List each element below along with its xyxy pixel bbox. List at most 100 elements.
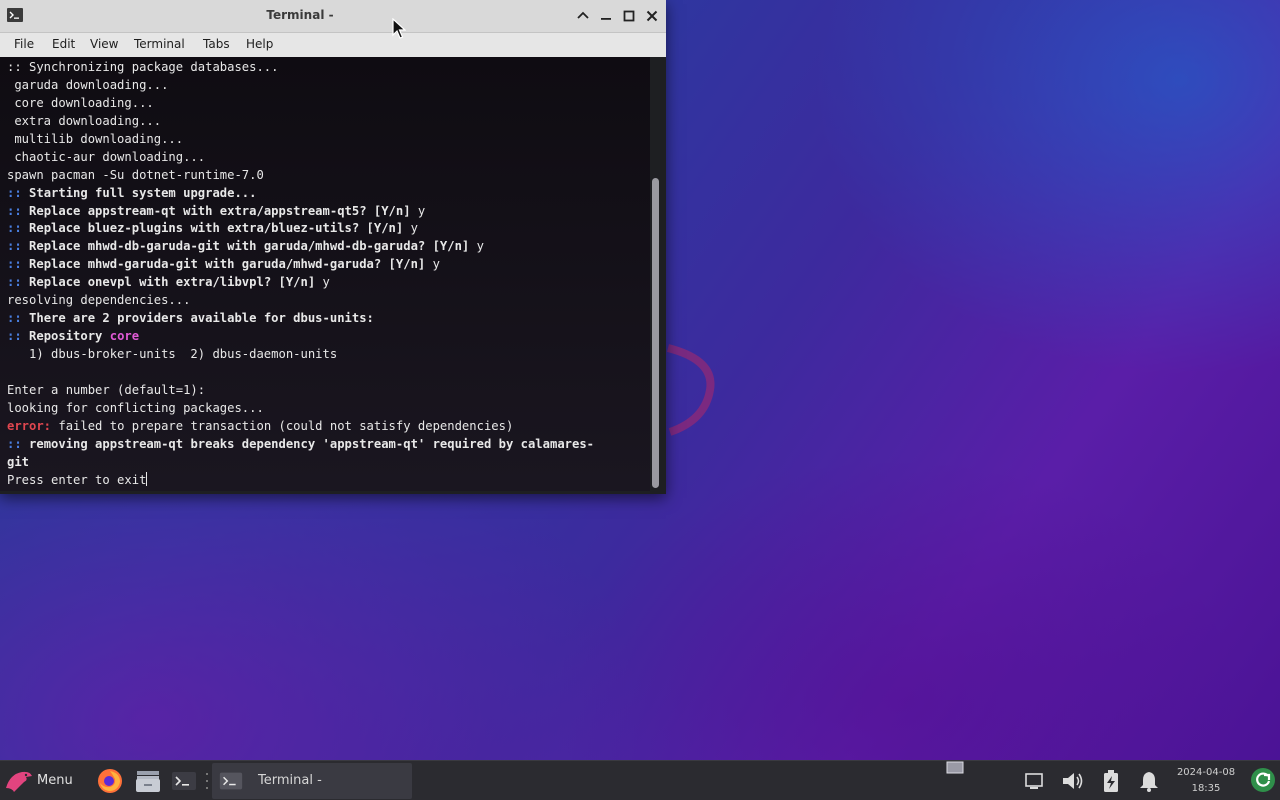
terminal-icon — [219, 772, 243, 790]
terminal-text: removing appstream-qt breaks dependency … — [21, 436, 595, 451]
volume-icon[interactable] — [1060, 769, 1084, 793]
terminal-line: 1) dbus-broker-units 2) dbus-daemon-unit… — [7, 346, 650, 364]
terminal-text: core downloading... — [7, 95, 154, 110]
terminal-text: y — [315, 275, 330, 290]
terminal-line: multilib downloading... — [7, 131, 650, 149]
terminal-text: looking for conflicting packages... — [7, 400, 264, 415]
terminal-line: chaotic-aur downloading... — [7, 149, 650, 167]
terminal-line: Press enter to exit — [7, 471, 650, 490]
terminal-line: spawn pacman -Su dotnet-runtime-7.0 — [7, 167, 650, 185]
taskbar: Menu Terminal - 2024-04-08 18:35 — [0, 760, 1280, 800]
update-icon[interactable] — [1250, 767, 1276, 793]
terminal-line: extra downloading... — [7, 113, 650, 131]
terminal-line: Enter a number (default=1): — [7, 382, 650, 400]
terminal-text: spawn pacman -Su dotnet-runtime-7.0 — [7, 167, 264, 182]
terminal-text: Replace appstream-qt with extra/appstrea… — [21, 203, 411, 218]
terminal-line: :: Starting full system upgrade... — [7, 185, 650, 203]
menu-file[interactable]: File — [14, 37, 34, 51]
terminal-text: y — [425, 257, 440, 272]
terminal-text: error: — [7, 418, 52, 433]
chevron-up-icon[interactable] — [574, 7, 592, 25]
clock-date: 2024-04-08 — [1176, 767, 1236, 778]
clock-time: 18:35 — [1191, 783, 1221, 794]
terminal-icon[interactable] — [170, 767, 198, 795]
mouse-pointer-icon — [392, 18, 406, 39]
menu-view[interactable]: View — [90, 37, 118, 51]
menu-label: Menu — [37, 773, 73, 788]
terminal-text: 1) dbus-broker-units 2) dbus-daemon-unit… — [7, 347, 338, 361]
terminal-line: core downloading... — [7, 95, 650, 113]
network-icon[interactable] — [1022, 769, 1046, 793]
terminal-text: Press enter to exit — [7, 472, 147, 487]
terminal-text: :: — [7, 203, 22, 218]
firefox-icon[interactable] — [96, 767, 124, 795]
terminal-output[interactable]: :: Synchronizing package databases... ga… — [0, 57, 650, 491]
terminal-text: Replace onevpl with extra/libvpl? [Y/n] — [21, 275, 316, 290]
terminal-line: :: Replace appstream-qt with extra/appst… — [7, 203, 650, 221]
terminal-text: Repository — [21, 329, 110, 344]
taskbar-separator — [206, 773, 208, 789]
menu-terminal[interactable]: Terminal — [134, 37, 185, 51]
terminal-text: :: — [7, 221, 22, 236]
minimize-icon[interactable] — [597, 7, 615, 25]
terminal-text: extra downloading... — [7, 113, 162, 128]
terminal-text: :: — [7, 329, 22, 344]
terminal-line: :: Replace onevpl with extra/libvpl? [Y/… — [7, 274, 650, 292]
terminal-text: multilib downloading... — [7, 131, 184, 146]
terminal-line: resolving dependencies... — [7, 292, 650, 310]
terminal-text: resolving dependencies... — [7, 293, 191, 308]
terminal-text: :: — [7, 257, 22, 272]
scrollbar-thumb[interactable] — [652, 178, 659, 488]
terminal-line: :: There are 2 providers available for d… — [7, 310, 650, 328]
terminal-text: core — [109, 329, 140, 344]
terminal-text: y — [410, 203, 426, 218]
terminal-text: y — [403, 221, 418, 236]
terminal-text: :: — [7, 311, 22, 326]
terminal-text: :: — [7, 185, 22, 200]
terminal-line: error: failed to prepare transaction (co… — [7, 418, 650, 436]
task-terminal[interactable]: Terminal - — [212, 763, 412, 799]
terminal-line: :: Replace mhwd-garuda-git with garuda/m… — [7, 256, 650, 274]
terminal-line: :: Replace bluez-plugins with extra/blue… — [7, 220, 650, 238]
terminal-text: Starting full system upgrade... — [21, 185, 257, 200]
terminal-lines: :: Synchronizing package databases... ga… — [7, 59, 650, 490]
terminal-text: git — [7, 454, 30, 469]
battery-charging-icon[interactable] — [1099, 769, 1123, 793]
terminal-line: git — [7, 454, 650, 472]
workspace-indicator-icon[interactable] — [946, 761, 964, 775]
task-label: Terminal - — [258, 773, 322, 788]
menu-edit[interactable]: Edit — [52, 37, 75, 51]
terminal-line: looking for conflicting packages... — [7, 400, 650, 418]
terminal-text: chaotic-aur downloading... — [7, 149, 206, 164]
window-title: Terminal - — [266, 8, 334, 22]
terminal-line: :: Repository core — [7, 328, 650, 346]
terminal-line: garuda downloading... — [7, 77, 650, 95]
close-icon[interactable] — [643, 7, 661, 25]
app-menu-button[interactable]: Menu — [0, 761, 86, 800]
terminal-window[interactable]: Terminal - File Edit View Terminal Tabs … — [0, 0, 666, 494]
file-manager-icon[interactable] — [134, 767, 162, 795]
terminal-line: :: removing appstream-qt breaks dependen… — [7, 436, 650, 454]
terminal-text: garuda downloading... — [7, 77, 169, 92]
clock[interactable]: 2024-04-08 18:35 — [1172, 765, 1240, 797]
terminal-line: :: Synchronizing package databases... — [7, 59, 650, 77]
notification-bell-icon[interactable] — [1137, 769, 1161, 793]
terminal-text: :: — [7, 275, 22, 290]
garuda-eagle-icon — [6, 771, 32, 792]
terminal-text: Replace mhwd-garuda-git with garuda/mhwd… — [21, 257, 426, 272]
wallpaper-logo — [666, 344, 715, 436]
terminal-text: failed to prepare transaction (could not… — [51, 418, 514, 433]
terminal-text: Enter a number (default=1): — [7, 382, 206, 397]
terminal-text: :: — [7, 239, 22, 254]
terminal-text: y — [469, 239, 484, 254]
window-titlebar[interactable]: Terminal - — [0, 0, 666, 33]
terminal-text: There are 2 providers available for dbus… — [21, 311, 374, 326]
maximize-icon[interactable] — [620, 7, 638, 25]
menu-tabs[interactable]: Tabs — [203, 37, 230, 51]
terminal-text: :: Synchronizing package databases... — [7, 60, 279, 74]
terminal-line: :: Replace mhwd-db-garuda-git with garud… — [7, 238, 650, 256]
terminal-text: :: — [7, 436, 22, 451]
terminal-text: Replace mhwd-db-garuda-git with garuda/m… — [21, 239, 470, 254]
menu-help[interactable]: Help — [246, 37, 273, 51]
